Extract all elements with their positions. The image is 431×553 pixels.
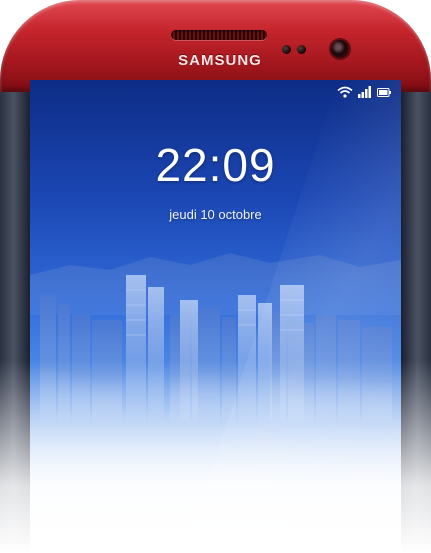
light-sensor (297, 45, 306, 54)
status-bar (337, 86, 391, 98)
signal-strength-icon (358, 86, 372, 98)
brand-logo: SAMSUNG (178, 52, 262, 69)
lock-screen-clock: 22:09 (155, 139, 276, 191)
earpiece-speaker (171, 30, 267, 40)
phone-bezel: SAMSUNG 22:09 jeudi 10 octobre (0, 0, 431, 553)
bottom-fade (0, 360, 431, 553)
lock-screen-date: jeudi 10 octobre (169, 207, 262, 222)
front-camera-icon (331, 40, 349, 58)
phone-top-bezel: SAMSUNG (0, 0, 431, 92)
wifi-icon (337, 86, 353, 98)
battery-icon (377, 87, 391, 97)
proximity-sensor (282, 45, 291, 54)
